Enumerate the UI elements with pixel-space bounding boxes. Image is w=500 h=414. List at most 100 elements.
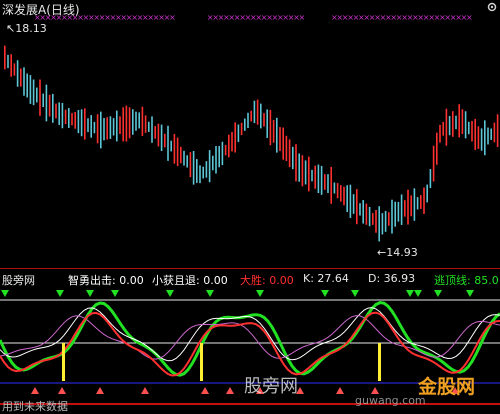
candle-bar	[384, 210, 387, 232]
source-label: 股旁网	[2, 274, 35, 287]
candle-bar	[132, 109, 134, 135]
arrow-down-icon	[111, 290, 119, 297]
candle-bar	[260, 103, 262, 129]
watermark-brand: 金股网	[418, 376, 476, 398]
candle-bar	[311, 169, 313, 182]
candle-bar	[343, 186, 345, 206]
candle-bar	[301, 155, 304, 187]
candle-bar	[308, 156, 310, 192]
candle-bar	[276, 117, 278, 153]
arrow-down-icon	[434, 290, 442, 297]
price-low-label: ←14.93	[377, 246, 418, 259]
candle-bar	[148, 121, 150, 132]
candle-bar	[327, 174, 329, 194]
candle-bar	[263, 113, 265, 127]
candle-bar	[77, 110, 80, 134]
marker-cross: ×	[169, 13, 176, 22]
kline-chart[interactable]: ×××××××××××××××××××××××××× ××××××××××××××…	[0, 0, 500, 414]
candle-bar	[333, 182, 336, 194]
candle-bar	[288, 139, 291, 168]
candle-bar	[439, 124, 441, 143]
candle-bar	[432, 145, 435, 182]
candle-bar	[68, 108, 70, 128]
candle-bar	[330, 166, 332, 204]
arrow-up-icon	[96, 387, 104, 394]
candle-bar	[29, 75, 32, 104]
candle-bar	[138, 112, 140, 129]
candle-bar	[240, 122, 243, 136]
candle-bar	[496, 114, 499, 148]
candle-bar	[170, 140, 172, 152]
candle-bar	[346, 185, 348, 213]
candle-bar	[256, 99, 259, 125]
gear-icon[interactable]	[486, 1, 498, 13]
candle-bar	[423, 187, 425, 214]
candle-bar	[381, 213, 384, 235]
candle-bar	[372, 213, 374, 225]
candle-bar	[164, 133, 166, 148]
chart-title: 深发展A(日线)	[2, 3, 80, 17]
oscillator-line	[0, 301, 500, 377]
candle-bar	[23, 67, 25, 96]
zhiyong-label: 智勇出击: 0.00	[68, 274, 144, 287]
marker-cross: ×	[466, 13, 473, 22]
arrow-up-icon	[226, 387, 234, 394]
candle-bar	[42, 93, 44, 108]
arrow-up-icon	[336, 387, 344, 394]
candle-bar	[320, 165, 323, 195]
candle-bar	[231, 132, 233, 152]
candle-bar	[173, 133, 176, 164]
candle-bar	[445, 108, 448, 146]
candle-bar	[192, 150, 195, 185]
arrow-down-icon	[86, 290, 94, 297]
candle-bar	[52, 93, 54, 123]
candle-bar	[458, 104, 460, 138]
candle-bar	[429, 169, 432, 189]
candle-bar	[416, 197, 419, 210]
arrow-down-icon	[466, 290, 474, 297]
arrow-up-icon	[141, 387, 149, 394]
candle-bar	[218, 145, 220, 168]
candle-bar	[125, 105, 128, 142]
candle-bar	[314, 165, 316, 189]
marker-cross: ×	[299, 13, 306, 22]
candle-bar	[180, 146, 182, 164]
arrow-down-icon	[206, 290, 214, 297]
candle-bar	[160, 124, 163, 152]
candle-bar	[144, 115, 147, 133]
watermark-site-cn: 股旁网	[244, 376, 298, 397]
arrow-down-icon	[1, 290, 9, 297]
candle-bar	[487, 127, 489, 145]
d-value-label: D: 36.93	[368, 272, 416, 285]
candle-bar	[237, 124, 240, 142]
candle-bar	[375, 210, 377, 233]
candle-bar	[4, 45, 6, 70]
candle-bar	[400, 194, 403, 225]
candle-bar	[317, 164, 320, 194]
candle-bar	[80, 109, 83, 137]
candle-bar	[365, 203, 368, 225]
candle-bar	[269, 109, 272, 146]
candle-bar	[349, 184, 352, 218]
candle-bar	[480, 128, 483, 151]
candle-bar	[154, 126, 156, 139]
dasheng-label: 大胜: 0.00	[240, 274, 294, 287]
candle-bar	[13, 63, 16, 76]
candle-bar	[464, 111, 467, 139]
candle-bar	[298, 153, 300, 182]
candle-bar	[340, 185, 342, 202]
candle-bar	[394, 201, 396, 227]
candle-bar	[304, 160, 307, 185]
candle-bar	[71, 113, 73, 126]
candle-bar	[189, 152, 192, 178]
candle-bar	[455, 115, 457, 130]
candle-bar	[90, 115, 92, 138]
arrow-down-icon	[56, 290, 64, 297]
footer-text: 用到未来数据	[2, 400, 68, 413]
candle-bar	[103, 118, 105, 141]
candle-bar	[151, 116, 153, 143]
candle-bar	[58, 102, 60, 125]
candle-bar	[471, 120, 473, 142]
candle-bar	[461, 109, 464, 134]
candle-bar	[452, 111, 454, 137]
